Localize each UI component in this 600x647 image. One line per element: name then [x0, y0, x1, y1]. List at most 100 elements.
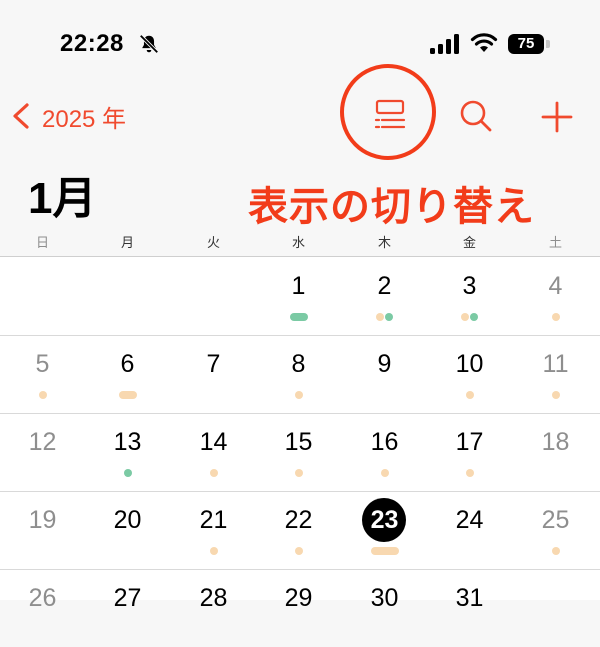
- day-cell[interactable]: 21: [171, 491, 256, 569]
- day-cell[interactable]: 22: [256, 491, 341, 569]
- day-number: 26: [28, 584, 57, 612]
- week-row: 19 20 21 22 23 24 25: [0, 491, 600, 569]
- chevron-left-icon: [13, 103, 29, 129]
- event-dot: [209, 469, 218, 477]
- day-number: 14: [199, 428, 228, 456]
- search-icon[interactable]: [456, 96, 496, 136]
- back-label: 2025 年: [42, 105, 127, 133]
- event-dot: [465, 391, 474, 399]
- day-number: 9: [377, 350, 392, 378]
- day-number: 24: [455, 506, 484, 534]
- event-indicators: [427, 468, 512, 478]
- day-cell[interactable]: 20: [85, 491, 170, 569]
- day-cell[interactable]: 27: [85, 569, 170, 647]
- day-number: 17: [455, 428, 484, 456]
- weekday-sun: 日: [35, 235, 49, 250]
- day-cell[interactable]: 10: [427, 335, 512, 413]
- event-indicators: [171, 546, 256, 556]
- event-dot: [385, 313, 393, 321]
- event-dot: [38, 391, 47, 399]
- event-dot: [118, 391, 137, 399]
- day-cell[interactable]: 19: [0, 491, 85, 569]
- day-number: 3: [462, 272, 477, 300]
- day-cell[interactable]: 1: [256, 257, 341, 335]
- day-cell[interactable]: 5: [0, 335, 85, 413]
- day-cell[interactable]: 3: [427, 257, 512, 335]
- day-number: 13: [113, 428, 142, 456]
- day-number: 23: [370, 506, 399, 534]
- battery-cap: [546, 40, 550, 48]
- wifi-icon: [470, 33, 498, 52]
- day-number: 2: [377, 272, 392, 300]
- event-dot: [470, 313, 478, 321]
- event-indicators: [256, 312, 341, 322]
- day-number: 16: [370, 428, 399, 456]
- day-number: 20: [113, 506, 142, 534]
- week-row: 12 13 14 15 16 17 18: [0, 413, 600, 491]
- signal-icon: [430, 34, 459, 54]
- empty-cell: [85, 257, 170, 335]
- day-cell[interactable]: 9: [342, 335, 427, 413]
- event-dot: [289, 313, 308, 321]
- day-number: 11: [542, 350, 569, 378]
- day-cell[interactable]: 7: [171, 335, 256, 413]
- day-number: 29: [284, 584, 313, 612]
- day-cell[interactable]: 23: [342, 491, 427, 569]
- event-indicators: [342, 468, 427, 478]
- event-indicators: [256, 546, 341, 556]
- status-time: 22:28: [60, 30, 124, 57]
- day-cell[interactable]: 29: [256, 569, 341, 647]
- day-cell[interactable]: 24: [427, 491, 512, 569]
- month-title: 1月: [28, 174, 97, 223]
- day-number: 8: [291, 350, 306, 378]
- event-dot: [294, 547, 303, 555]
- event-dot: [209, 547, 218, 555]
- day-number: 7: [206, 350, 221, 378]
- day-cell[interactable]: 18: [513, 413, 598, 491]
- day-number: 6: [120, 350, 135, 378]
- event-indicators: [427, 312, 512, 322]
- calendar-grid: 1 2 3 4 5 6 7 8 9 10 11 12 13 14 15 16 17 18 19 20 21 22 23 24 2…: [0, 257, 600, 612]
- day-number: 22: [284, 506, 313, 534]
- day-number: 10: [455, 350, 484, 378]
- day-cell[interactable]: 25: [513, 491, 598, 569]
- back-to-year-button[interactable]: 2025 年: [10, 98, 126, 134]
- day-cell[interactable]: 11: [513, 335, 598, 413]
- day-cell[interactable]: 12: [0, 413, 85, 491]
- event-indicators: [0, 390, 85, 400]
- day-cell[interactable]: 4: [513, 257, 598, 335]
- event-indicators: [256, 468, 341, 478]
- event-indicators: [256, 390, 341, 400]
- day-cell[interactable]: 8: [256, 335, 341, 413]
- event-dot: [461, 313, 469, 321]
- day-cell[interactable]: 13: [85, 413, 170, 491]
- week-row: 5 6 7 8 9 10 11: [0, 335, 600, 413]
- day-number: 15: [284, 428, 313, 456]
- day-number: 5: [35, 350, 50, 378]
- day-number: 19: [28, 506, 57, 534]
- day-cell[interactable]: 17: [427, 413, 512, 491]
- day-cell[interactable]: 2: [342, 257, 427, 335]
- day-cell[interactable]: 16: [342, 413, 427, 491]
- event-dot: [380, 469, 389, 477]
- day-number: 18: [541, 428, 570, 456]
- empty-cell: [513, 569, 598, 647]
- event-dot: [123, 469, 132, 477]
- event-indicators: [427, 390, 512, 400]
- event-dot: [370, 547, 399, 555]
- day-cell[interactable]: 31: [427, 569, 512, 647]
- day-cell[interactable]: 15: [256, 413, 341, 491]
- list-view-icon[interactable]: [368, 96, 412, 136]
- day-cell[interactable]: 14: [171, 413, 256, 491]
- event-indicators: [513, 390, 598, 400]
- day-cell[interactable]: 28: [171, 569, 256, 647]
- plus-icon[interactable]: [536, 96, 578, 138]
- day-cell[interactable]: 6: [85, 335, 170, 413]
- event-indicators: [513, 312, 598, 322]
- event-dot: [376, 313, 384, 321]
- empty-cell: [0, 257, 85, 335]
- weekday-sat: 土: [548, 235, 562, 250]
- day-cell[interactable]: 30: [342, 569, 427, 647]
- day-cell[interactable]: 26: [0, 569, 85, 647]
- event-indicators: [342, 546, 427, 556]
